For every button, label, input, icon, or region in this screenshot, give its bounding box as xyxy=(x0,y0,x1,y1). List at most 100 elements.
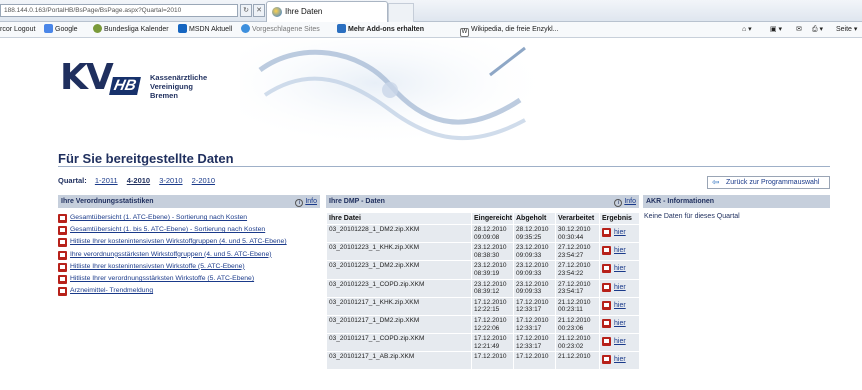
favorite-logout[interactable]: rcor Logout xyxy=(0,24,35,35)
pdf-icon xyxy=(58,250,67,260)
verarbeitet-cell: 27.12.2010 23:54:17 xyxy=(555,278,600,298)
title-divider xyxy=(58,166,830,167)
ie-icon xyxy=(241,24,250,33)
eingereicht-cell: 23.12.2010 08:39:12 xyxy=(471,278,514,298)
file-name-cell: 03_20101217_1_DM2.zip.XKM xyxy=(326,314,472,335)
table-row: 03_20101217_1_COPD.zip.XKM 17.12.2010 12:2… xyxy=(326,333,640,353)
info-icon: i xyxy=(614,199,623,207)
page-title: Für Sie bereitgestellte Daten xyxy=(58,151,234,166)
list-item[interactable]: Gesamtübersicht (1. ATC-Ebene) - Sortier… xyxy=(58,214,320,223)
logo-organization-name: Kassenärztliche Vereinigung Bremen xyxy=(150,73,208,100)
browser-address-bar-area: 188.144.0.163/PortalHB/BsPage/BsPage.asp… xyxy=(0,0,862,22)
statistics-list: Gesamtübersicht (1. ATC-Ebene) - Sortier… xyxy=(58,214,320,299)
ball-icon xyxy=(93,24,102,33)
pdf-icon xyxy=(58,226,67,236)
result-download-link[interactable]: hier xyxy=(614,247,626,254)
abgeholt-cell: 28.12.2010 09:35:25 xyxy=(513,223,556,244)
quartal-link-1-2011[interactable]: 1-2011 xyxy=(95,176,118,185)
table-row: 03_20101217_1_DM2.zip.XKM 17.12.2010 12:22… xyxy=(326,314,640,335)
feeds-icon[interactable]: ▣ ▾ xyxy=(770,24,782,35)
favorite-msdn[interactable]: MSDN Aktuell xyxy=(178,24,232,35)
page-menu[interactable]: Seite ▾ xyxy=(836,24,857,35)
addons-icon xyxy=(337,24,346,33)
favorite-google[interactable]: Google xyxy=(44,24,78,35)
verarbeitet-cell: 21.12.2010 00:23:02 xyxy=(555,333,600,353)
file-name-cell: 03_20101228_1_DM2.zip.XKM xyxy=(326,223,472,244)
list-item[interactable]: Ihre verordnungsstärksten Wirkstoffgrupp… xyxy=(58,250,320,260)
result-download-link[interactable]: hier xyxy=(614,320,626,327)
pdf-icon xyxy=(602,282,611,292)
favorites-bar: rcor Logout Google Bundesliga Kalender M… xyxy=(0,22,862,38)
table-row: 03_20101223_1_KHK.zip.XKM 23.12.2010 08:38… xyxy=(326,242,640,262)
verarbeitet-cell: 27.12.2010 23:54:27 xyxy=(555,242,600,262)
favorite-suggested-sites[interactable]: Vorgeschlagene Sites xyxy=(241,24,320,35)
google-icon xyxy=(44,24,53,33)
result-download-link[interactable]: hier xyxy=(614,338,626,345)
list-item[interactable]: Hitliste Ihrer verordnungsstärksten Wirk… xyxy=(58,275,320,285)
print-icon[interactable]: ⎙ ▾ xyxy=(812,24,823,35)
pdf-icon xyxy=(602,337,611,347)
dmp-panel-header: Ihre DMP - Daten i Info xyxy=(326,195,639,208)
list-item[interactable]: Arzneimittel- Trendmeldung xyxy=(58,287,320,297)
verarbeitet-cell: 21.12.2010 00:23:11 xyxy=(555,296,600,316)
list-item[interactable]: Hitliste Ihrer kostenintensivsten Wirkst… xyxy=(58,238,320,248)
result-download-link[interactable]: hier xyxy=(614,265,626,272)
column-header-file: Ihre Datei xyxy=(326,212,472,225)
table-row: 03_20101228_1_DM2.zip.XKM 28.12.2010 09:09… xyxy=(326,223,640,244)
abgeholt-cell: 17.12.2010 12:33:17 xyxy=(513,333,556,353)
file-name-cell: 03_20101223_1_COPD.zip.XKM xyxy=(326,278,472,298)
browser-tab-active[interactable]: Ihre Daten xyxy=(266,1,388,22)
ergebnis-cell: hier xyxy=(599,296,640,316)
pdf-icon xyxy=(58,214,67,223)
dmp-info-link[interactable]: i Info xyxy=(614,195,636,208)
quartal-selector: Quartal: 1-2011 4-2010 3-2010 2-2010 xyxy=(58,176,222,185)
ergebnis-cell: hier xyxy=(599,314,640,335)
pdf-icon xyxy=(602,264,611,274)
pdf-icon xyxy=(602,300,611,310)
home-icon[interactable]: ⌂ ▾ xyxy=(742,24,752,35)
pdf-icon xyxy=(602,246,611,256)
kv-logo: KV xyxy=(60,57,114,98)
table-row: 03_20101217_1_KHK.zip.XKM 17.12.2010 12:22… xyxy=(326,296,640,316)
abgeholt-cell: 17.12.2010 12:33:17 xyxy=(513,296,556,316)
quartal-link-2-2010[interactable]: 2-2010 xyxy=(192,176,215,185)
result-download-link[interactable]: hier xyxy=(614,302,626,309)
header-banner-image xyxy=(240,40,540,148)
column-header-abgeholt: Abgeholt xyxy=(513,212,556,225)
favorite-bundesliga[interactable]: Bundesliga Kalender xyxy=(93,24,169,35)
akr-no-data-text: Keine Daten für dieses Quartal xyxy=(644,213,740,220)
stats-info-link[interactable]: i Info xyxy=(295,195,317,208)
info-icon: i xyxy=(295,199,304,207)
pdf-icon xyxy=(602,228,611,237)
verarbeitet-cell: 27.12.2010 23:54:22 xyxy=(555,260,600,280)
quartal-link-4-2010[interactable]: 4-2010 xyxy=(127,176,150,185)
list-item[interactable]: Gesamtübersicht (1. bis 5. ATC-Ebene) - … xyxy=(58,226,320,236)
file-name-cell: 03_20101217_1_COPD.zip.XKM xyxy=(326,333,472,353)
dmp-files-table: Ihre Datei Eingereicht Abgeholt Verarbei… xyxy=(326,212,640,371)
table-row: 03_20101223_1_DM2.zip.XKM 23.12.2010 08:39… xyxy=(326,260,640,280)
favorite-addons[interactable]: Mehr Add-ons erhalten xyxy=(337,24,424,35)
file-name-cell: 03_20101223_1_KHK.zip.XKM xyxy=(326,242,472,262)
mail-icon[interactable]: ✉ xyxy=(796,24,802,35)
new-tab-button[interactable] xyxy=(388,3,414,22)
stop-icon[interactable]: ✕ xyxy=(253,4,265,17)
refresh-icon[interactable]: ↻ xyxy=(240,4,252,17)
quartal-link-3-2010[interactable]: 3-2010 xyxy=(159,176,182,185)
stats-panel-header: Ihre Verordnungsstatistiken i Info xyxy=(58,195,320,208)
msdn-icon xyxy=(178,24,187,33)
url-field[interactable]: 188.144.0.163/PortalHB/BsPage/BsPage.asp… xyxy=(0,4,238,17)
result-download-link[interactable]: hier xyxy=(614,229,626,236)
result-download-link[interactable]: hier xyxy=(614,284,626,291)
result-download-link[interactable]: hier xyxy=(614,356,626,363)
eingereicht-cell: 17.12.2010 xyxy=(471,351,514,371)
file-name-cell: 03_20101217_1_AB.zip.XKM xyxy=(326,351,472,371)
column-header-eingereicht: Eingereicht xyxy=(471,212,514,225)
list-item[interactable]: Hitliste Ihrer kostenintensivsten Wirkst… xyxy=(58,262,320,272)
favorite-wikipedia[interactable]: W Wikipedia, die freie Enzykl... xyxy=(460,24,559,37)
pdf-icon xyxy=(58,238,67,248)
pdf-icon xyxy=(602,355,611,365)
abgeholt-cell: 23.12.2010 09:09:33 xyxy=(513,242,556,262)
pdf-icon xyxy=(58,275,67,285)
back-to-program-selection-button[interactable]: ⇦ Zurück zur Programmauswahl xyxy=(707,176,830,189)
table-row: 03_20101217_1_AB.zip.XKM 17.12.2010 17.12.… xyxy=(326,351,640,371)
